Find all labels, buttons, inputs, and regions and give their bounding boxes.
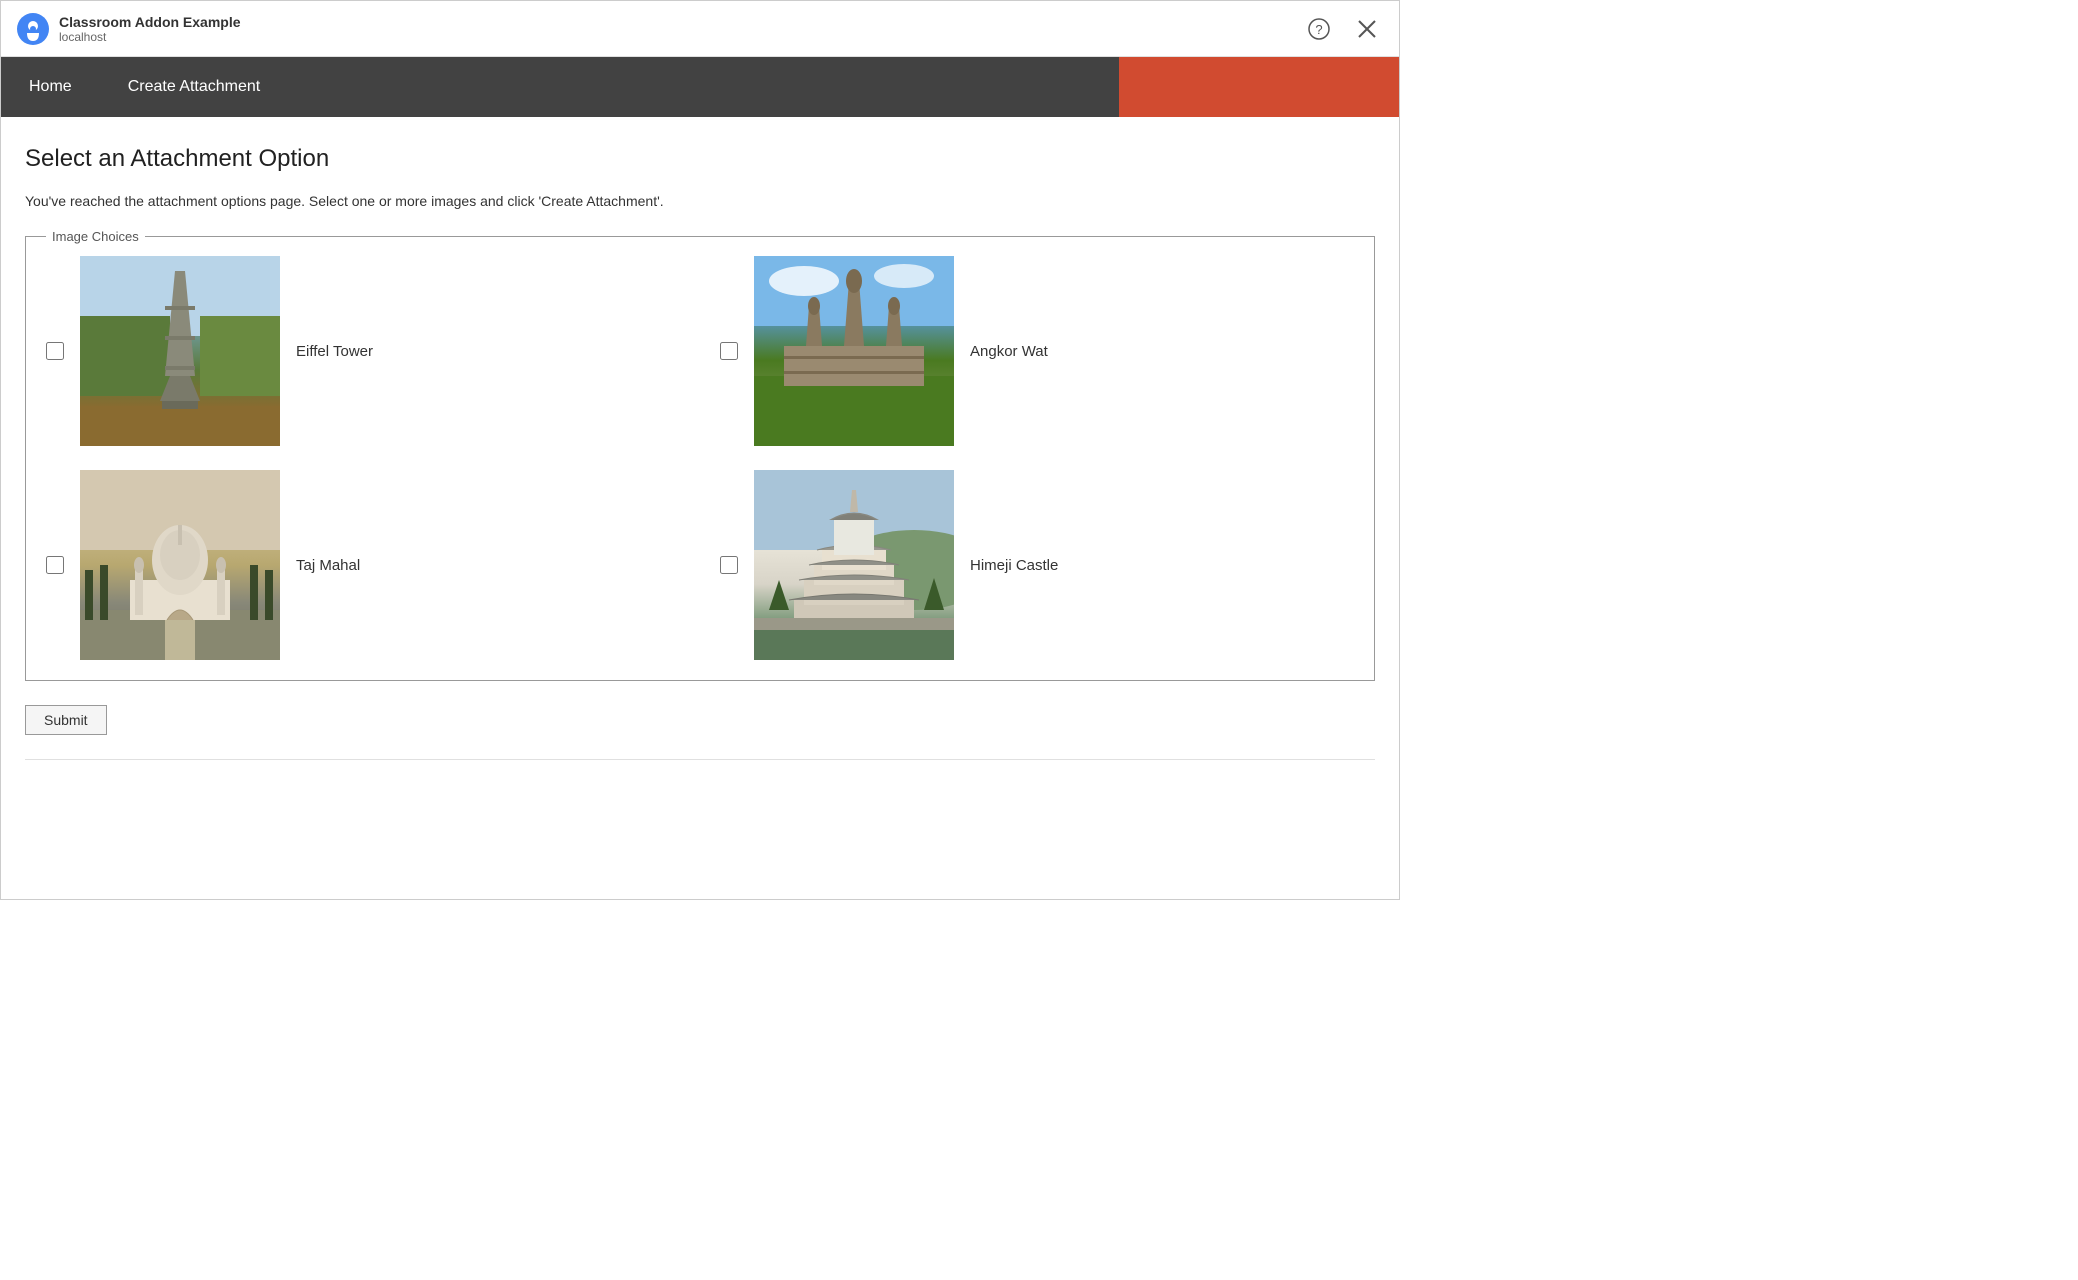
- image-item-tajmahal: Taj Mahal: [46, 470, 680, 660]
- svg-text:?: ?: [1315, 22, 1322, 37]
- thumbnail-himeji: [754, 470, 954, 660]
- image-item-angkor: Angkor Wat: [720, 256, 1354, 446]
- main-content: Select an Attachment Option You've reach…: [1, 117, 1399, 784]
- label-angkor[interactable]: Angkor Wat: [970, 343, 1048, 360]
- checkbox-himeji[interactable]: [720, 556, 738, 574]
- bottom-divider: [25, 759, 1375, 760]
- label-himeji[interactable]: Himeji Castle: [970, 557, 1058, 574]
- image-choices-fieldset: Image Choices: [25, 229, 1375, 681]
- checkbox-tajmahal[interactable]: [46, 556, 64, 574]
- nav-accent-block: [1119, 57, 1399, 117]
- app-icon: [17, 13, 49, 45]
- title-bar: Classroom Addon Example localhost ?: [1, 1, 1399, 57]
- thumbnail-tajmahal: [80, 470, 280, 660]
- image-choices-legend: Image Choices: [46, 229, 145, 244]
- checkbox-angkor[interactable]: [720, 342, 738, 360]
- thumbnail-eiffel: [80, 256, 280, 446]
- nav-create-attachment[interactable]: Create Attachment: [100, 57, 289, 117]
- page-heading: Select an Attachment Option: [25, 145, 1375, 173]
- checkbox-eiffel[interactable]: [46, 342, 64, 360]
- app-url: localhost: [59, 30, 241, 44]
- nav-bar: Home Create Attachment: [1, 57, 1399, 117]
- submit-button[interactable]: Submit: [25, 705, 107, 735]
- label-tajmahal[interactable]: Taj Mahal: [296, 557, 360, 574]
- image-item-himeji: Himeji Castle: [720, 470, 1354, 660]
- title-text: Classroom Addon Example localhost: [59, 14, 241, 44]
- image-item-eiffel: Eiffel Tower: [46, 256, 680, 446]
- nav-home[interactable]: Home: [1, 57, 100, 117]
- app-title: Classroom Addon Example: [59, 14, 241, 30]
- label-eiffel[interactable]: Eiffel Tower: [296, 343, 373, 360]
- image-grid: Eiffel Tower: [46, 256, 1354, 660]
- thumbnail-angkor: [754, 256, 954, 446]
- page-description: You've reached the attachment options pa…: [25, 193, 1375, 209]
- title-bar-left: Classroom Addon Example localhost: [17, 13, 241, 45]
- title-bar-right: ?: [1303, 13, 1383, 45]
- close-button[interactable]: [1351, 13, 1383, 45]
- help-button[interactable]: ?: [1303, 13, 1335, 45]
- nav-spacer: [288, 57, 1119, 117]
